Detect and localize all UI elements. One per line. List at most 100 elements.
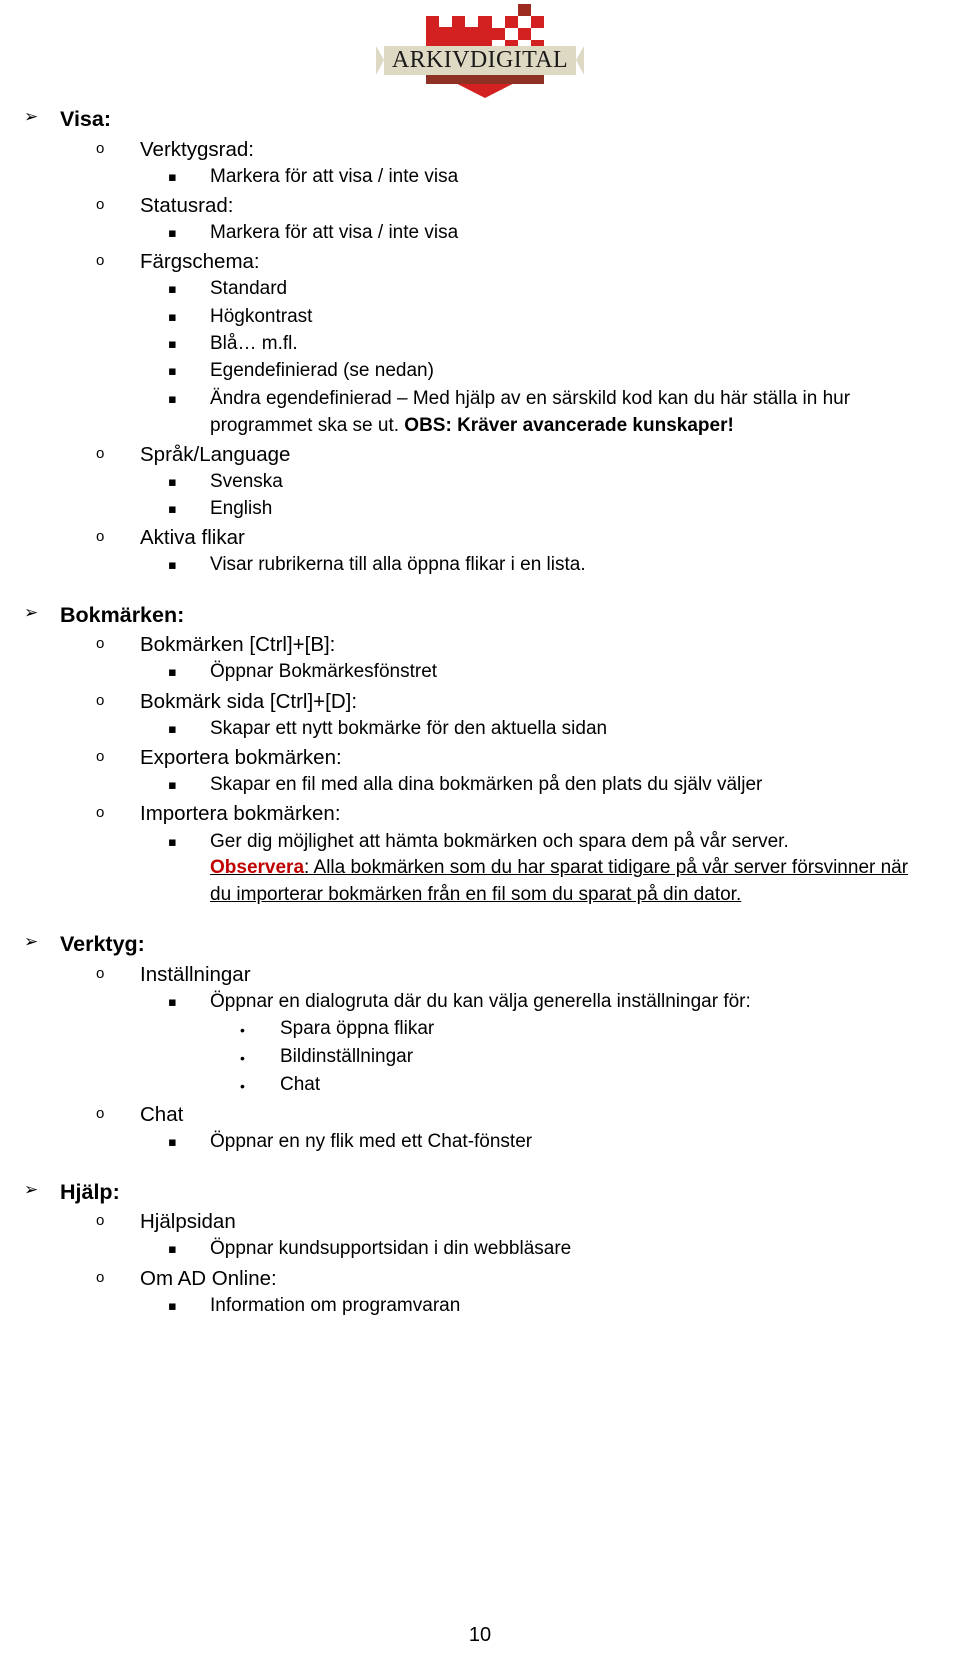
level2-circle-icon: o: [96, 635, 105, 653]
level2-circle-icon: o: [96, 1268, 105, 1286]
fargschema-option-standard: Standard: [210, 278, 288, 300]
fargschema-option-egendefinierad: Egendefinierad (se nedan): [210, 360, 434, 382]
installningar-detail: Öppnar en dialogruta där du kan välja ge…: [210, 991, 751, 1013]
list-item-sprak-option: ▪ Svenska: [24, 469, 926, 496]
level4-bullet-icon: •: [240, 1022, 245, 1039]
hjalpsidan-detail: Öppnar kundsupportsidan i din webbläsare: [210, 1238, 572, 1260]
level3-square-icon: ▪: [168, 169, 177, 185]
list-item-sprak-option: ▪ English: [24, 496, 926, 523]
level3-square-icon: ▪: [168, 282, 177, 298]
installningar-option-spara-oppna-flikar: Spara öppna flikar: [280, 1018, 435, 1040]
level2-circle-icon: o: [96, 1105, 105, 1123]
andra-egendefinierad-detail: Ändra egendefinierad – Med hjälp av en s…: [210, 386, 926, 440]
level3-square-icon: ▪: [168, 474, 177, 490]
list-item-bokmarken-detail: ▪ Öppnar Bokmärkesfönstret: [24, 659, 926, 686]
list-item-installningar-option: • Spara öppna flikar: [24, 1016, 926, 1044]
hjalpsidan-label: Hjälpsidan: [140, 1210, 236, 1234]
exportera-detail: Skapar en fil med alla dina bokmärken på…: [210, 774, 763, 796]
list-item-chat: o Chat: [24, 1100, 926, 1129]
page-number: 10: [468, 1624, 492, 1646]
heading-visa-label: Visa:: [60, 107, 111, 131]
installningar-option-bildinstallningar: Bildinställningar: [280, 1046, 414, 1068]
aktiva-flikar-detail: Visar rubrikerna till alla öppna flikar …: [210, 554, 586, 576]
list-item-exportera: o Exportera bokmärken:: [24, 743, 926, 772]
list-item-om-ad-online: o Om AD Online:: [24, 1264, 926, 1293]
level2-circle-icon: o: [96, 528, 105, 546]
level3-square-icon: ▪: [168, 391, 177, 407]
section-heading-verktyg: ➢ Verktyg:: [24, 929, 926, 960]
section-heading-visa: ➢ Visa:: [24, 104, 926, 135]
shield-shadow: [426, 75, 544, 84]
level3-square-icon: ▪: [168, 337, 177, 353]
fargschema-label: Färgschema:: [140, 250, 260, 274]
verktygsrad-detail: Markera för att visa / inte visa: [210, 165, 459, 187]
installningar-label: Inställningar: [140, 962, 251, 986]
list-item-aktiva-flikar: o Aktiva flikar: [24, 523, 926, 552]
level3-square-icon: ▪: [168, 501, 177, 517]
list-item-installningar: o Inställningar: [24, 960, 926, 989]
heading-verktyg-label: Verktyg:: [60, 932, 145, 957]
list-item-installningar-option: • Chat: [24, 1072, 926, 1100]
list-item-importera-detail: ▪ Ger dig möjlighet att hämta bokmärken …: [24, 829, 926, 910]
level3-square-icon: ▪: [168, 226, 177, 242]
list-item-fargschema-option: ▪ Blå… m.fl.: [24, 331, 926, 358]
list-item-installningar-detail: ▪ Öppnar en dialogruta där du kan välja …: [24, 989, 926, 1016]
level3-square-icon: ▪: [168, 995, 177, 1011]
sprak-option-svenska: Svenska: [210, 470, 283, 492]
chat-detail: Öppnar en ny flik med ett Chat-fönster: [210, 1131, 533, 1153]
fargschema-option-bla: Blå… m.fl.: [210, 333, 298, 355]
level3-square-icon: ▪: [168, 1242, 177, 1258]
section-heading-bokmarken: ➢ Bokmärken:: [24, 600, 926, 631]
sprak-label: Språk/Language: [140, 442, 291, 466]
andra-egendefinierad-warning: OBS: Kräver avancerade kunskaper!: [404, 414, 734, 436]
list-item-statusrad-detail: ▪ Markera för att visa / inte visa: [24, 220, 926, 247]
level1-arrow-icon: ➢: [24, 1179, 39, 1200]
list-item-fargschema-option: ▪ Standard: [24, 276, 926, 303]
logo-header: ARKIVDIGITAL: [0, 0, 960, 104]
observera-text: Alla bokmärken som du har sparat tidigar…: [210, 857, 909, 906]
list-item-exportera-detail: ▪ Skapar en fil med alla dina bokmärken …: [24, 772, 926, 799]
level1-arrow-icon: ➢: [24, 602, 39, 623]
bokmark-sida-detail: Skapar ett nytt bokmärke för den aktuell…: [210, 717, 608, 739]
level1-arrow-icon: ➢: [24, 107, 39, 127]
om-ad-online-label: Om AD Online:: [140, 1266, 277, 1290]
chat-label: Chat: [140, 1103, 184, 1127]
verktygsrad-label: Verktygsrad:: [140, 137, 254, 161]
sprak-option-english: English: [210, 497, 273, 519]
statusrad-detail: Markera för att visa / inte visa: [210, 222, 459, 244]
list-item-bokmark-sida-detail: ▪ Skapar ett nytt bokmärke för den aktue…: [24, 716, 926, 743]
level2-circle-icon: o: [96, 252, 105, 270]
list-item-andra-egendefinierad: ▪ Ändra egendefinierad – Med hjälp av en…: [24, 386, 926, 440]
level3-square-icon: ▪: [168, 309, 177, 325]
logo-wordmark: ARKIVDIGITAL: [391, 47, 569, 73]
list-item-installningar-option: • Bildinställningar: [24, 1044, 926, 1072]
level2-circle-icon: o: [96, 444, 105, 462]
list-item-sprak: o Språk/Language: [24, 440, 926, 469]
section-heading-hjalp: ➢ Hjälp:: [24, 1177, 926, 1208]
aktiva-flikar-label: Aktiva flikar: [140, 526, 245, 550]
list-item-om-ad-online-detail: ▪ Information om programvaran: [24, 1293, 926, 1320]
list-item-verktygsrad-detail: ▪ Markera för att visa / inte visa: [24, 164, 926, 191]
om-ad-online-detail: Information om programvaran: [210, 1294, 461, 1316]
fargschema-option-hogkontrast: Högkontrast: [210, 305, 313, 327]
list-item-fargschema: o Färgschema:: [24, 247, 926, 276]
arkivdigital-logo: ARKIVDIGITAL: [376, 4, 584, 104]
level3-square-icon: ▪: [168, 364, 177, 380]
exportera-label: Exportera bokmärken:: [140, 746, 342, 769]
list-item-bokmarken: o Bokmärken [Ctrl]+[B]:: [24, 630, 926, 659]
list-item-fargschema-option: ▪ Högkontrast: [24, 304, 926, 331]
heading-hjalp-label: Hjälp:: [60, 1179, 120, 1204]
bokmark-sida-label: Bokmärk sida [Ctrl]+[D]:: [140, 689, 358, 713]
list-item-aktiva-flikar-detail: ▪ Visar rubrikerna till alla öppna flika…: [24, 552, 926, 579]
statusrad-label: Statusrad:: [140, 193, 234, 217]
level2-circle-icon: o: [96, 691, 105, 709]
list-item-hjalpsidan: o Hjälpsidan: [24, 1207, 926, 1236]
level4-bullet-icon: •: [240, 1078, 245, 1095]
list-item-bokmark-sida: o Bokmärk sida [Ctrl]+[D]:: [24, 687, 926, 716]
outline-content: ➢ Visa: o Verktygsrad: ▪ Markera för att…: [0, 104, 960, 1320]
bokmarken-detail: Öppnar Bokmärkesfönstret: [210, 661, 438, 683]
observera-label: Observera: [210, 857, 305, 879]
list-item-chat-detail: ▪ Öppnar en ny flik med ett Chat-fönster: [24, 1129, 926, 1156]
list-item-verktygsrad: o Verktygsrad:: [24, 135, 926, 164]
bokmarken-label: Bokmärken [Ctrl]+[B]:: [140, 633, 336, 657]
